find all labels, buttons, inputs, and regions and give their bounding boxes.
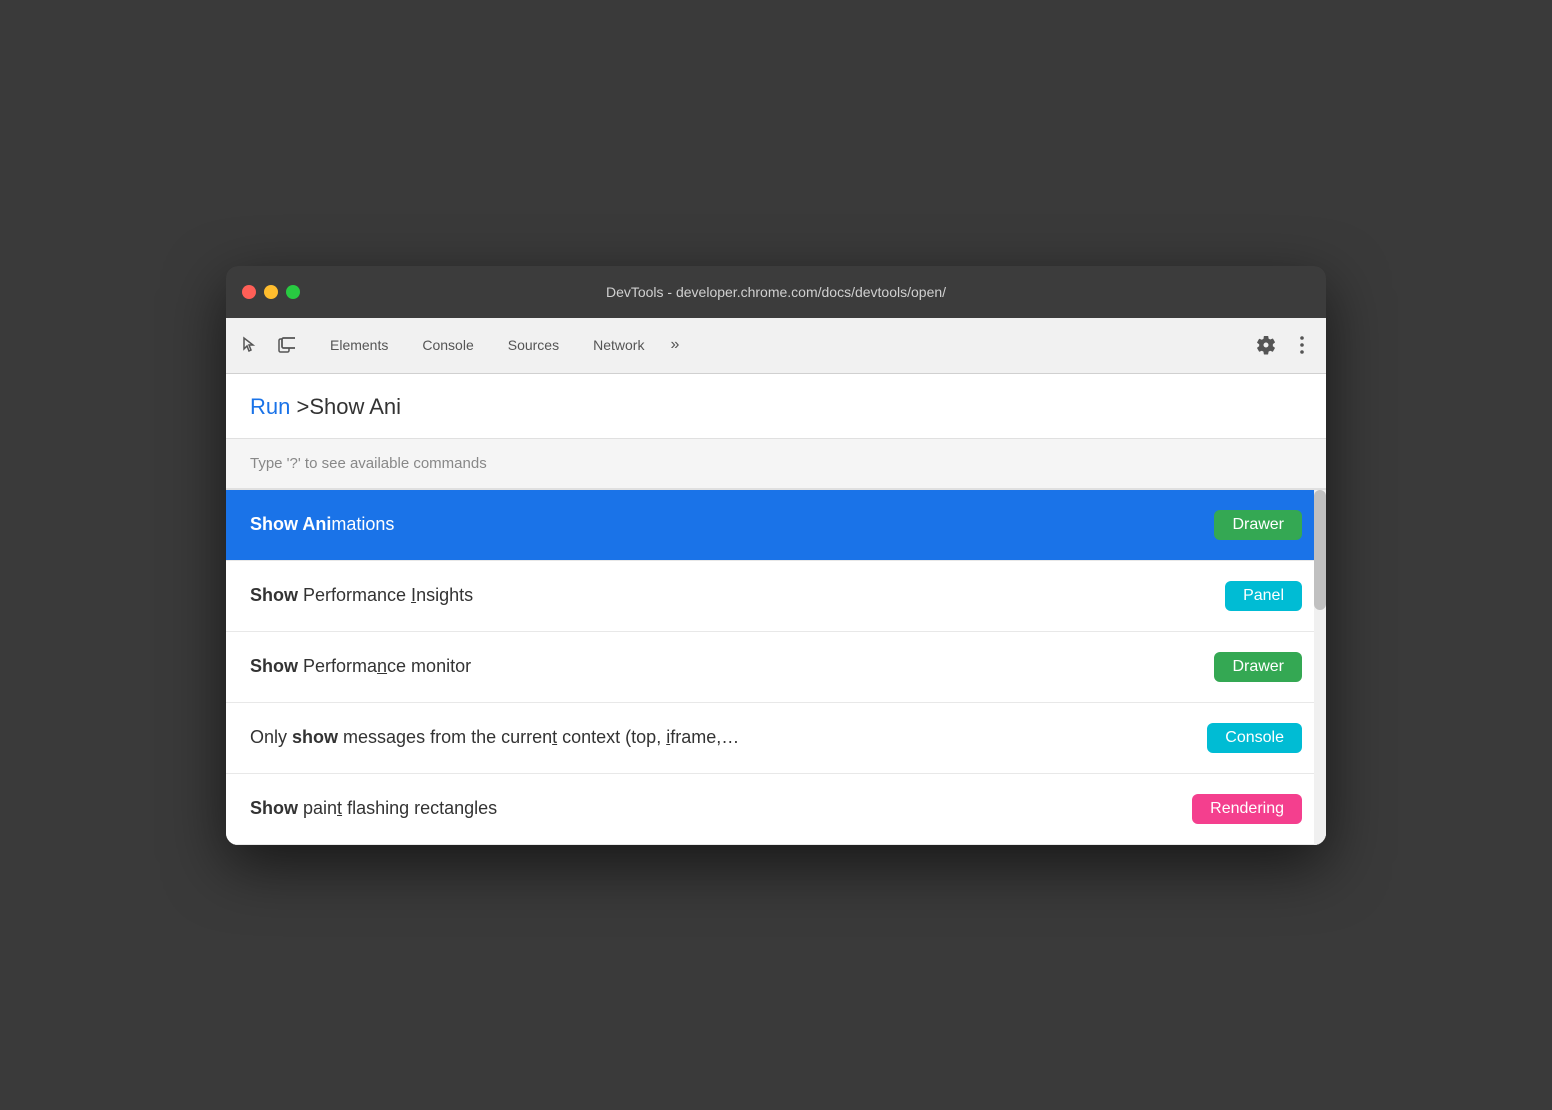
match-normal: messages from the current context (top, … — [338, 727, 739, 747]
result-item-performance-insights[interactable]: Show Performance Insights Panel — [226, 561, 1326, 632]
result-item-show-messages[interactable]: Only show messages from the current cont… — [226, 703, 1326, 774]
scrollbar-track[interactable] — [1314, 490, 1326, 845]
browser-window: DevTools - developer.chrome.com/docs/dev… — [226, 266, 1326, 845]
window-title: DevTools - developer.chrome.com/docs/dev… — [606, 284, 946, 300]
result-text-performance-monitor: Show Performance monitor — [250, 656, 1214, 677]
settings-icon[interactable] — [1250, 329, 1282, 361]
close-button[interactable] — [242, 285, 256, 299]
command-header: Run >Show Ani — [226, 374, 1326, 439]
badge-console-messages: Console — [1207, 723, 1302, 753]
more-options-icon[interactable] — [1286, 329, 1318, 361]
match-bold: show — [292, 727, 338, 747]
badge-drawer-animations: Drawer — [1214, 510, 1302, 540]
tab-icon-group — [234, 329, 302, 361]
tab-network[interactable]: Network — [577, 329, 660, 361]
title-bar: DevTools - developer.chrome.com/docs/dev… — [226, 266, 1326, 318]
inspect-element-icon[interactable] — [234, 329, 266, 361]
match-bold: Show — [250, 798, 298, 818]
command-palette: Run >Show Ani Type '?' to see available … — [226, 374, 1326, 490]
result-item-paint-flashing[interactable]: Show paint flashing rectangles Rendering — [226, 774, 1326, 845]
result-text-paint-flashing: Show paint flashing rectangles — [250, 798, 1192, 819]
match-normal: mations — [331, 514, 394, 534]
maximize-button[interactable] — [286, 285, 300, 299]
tabs-overflow-button[interactable]: » — [662, 332, 687, 358]
command-placeholder-text: Type '?' to see available commands — [226, 439, 1326, 489]
tab-elements[interactable]: Elements — [314, 329, 404, 361]
badge-rendering-paint: Rendering — [1192, 794, 1302, 824]
traffic-lights — [242, 285, 300, 299]
match-bold: Show Ani — [250, 514, 331, 534]
tab-sources[interactable]: Sources — [492, 329, 575, 361]
command-input-display: >Show Ani — [296, 394, 401, 419]
main-tabs-list: Elements Console Sources Network » — [314, 329, 1250, 361]
minimize-button[interactable] — [264, 285, 278, 299]
result-text-show-animations: Show Animations — [250, 514, 1214, 535]
match-bold: Show — [250, 656, 298, 676]
match-prefix: Only — [250, 727, 292, 747]
devtools-tabs-bar: Elements Console Sources Network » — [226, 318, 1326, 374]
results-list: Show Animations Drawer Show Performance … — [226, 490, 1326, 845]
results-container: Show Animations Drawer Show Performance … — [226, 490, 1326, 845]
result-text-performance-insights: Show Performance Insights — [250, 585, 1225, 606]
result-item-performance-monitor[interactable]: Show Performance monitor Drawer — [226, 632, 1326, 703]
scrollbar-thumb[interactable] — [1314, 490, 1326, 610]
match-bold: Show — [250, 585, 298, 605]
badge-drawer-monitor: Drawer — [1214, 652, 1302, 682]
devtools-panel: Elements Console Sources Network » — [226, 318, 1326, 845]
result-text-show-messages: Only show messages from the current cont… — [250, 727, 1207, 748]
badge-panel-insights: Panel — [1225, 581, 1302, 611]
match-normal: paint flashing rectangles — [298, 798, 497, 818]
tab-actions-group — [1250, 329, 1318, 361]
device-toolbar-icon[interactable] — [270, 329, 302, 361]
match-normal: Performance monitor — [298, 656, 471, 676]
run-label: Run — [250, 394, 290, 419]
tab-console[interactable]: Console — [406, 329, 489, 361]
match-normal: Performance Insights — [298, 585, 473, 605]
result-item-show-animations[interactable]: Show Animations Drawer — [226, 490, 1326, 561]
